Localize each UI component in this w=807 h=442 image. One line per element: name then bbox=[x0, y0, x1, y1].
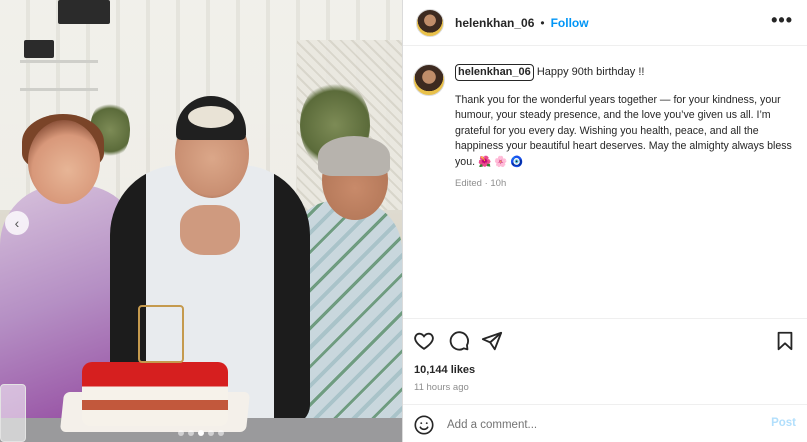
share-icon[interactable] bbox=[481, 330, 503, 352]
carousel-dot[interactable] bbox=[178, 430, 184, 436]
woman-right-hair bbox=[318, 136, 390, 176]
more-options-icon[interactable]: ••• bbox=[771, 10, 793, 31]
comment-row: Post bbox=[413, 413, 796, 437]
likes-count[interactable]: 10,144 likes bbox=[414, 364, 475, 376]
emoji-icon[interactable] bbox=[413, 414, 435, 436]
post-comment-button[interactable]: Post bbox=[771, 417, 796, 429]
pane-divider bbox=[402, 0, 403, 442]
carousel-dot[interactable] bbox=[198, 430, 204, 436]
carousel-dot[interactable] bbox=[208, 430, 214, 436]
ceiling-speaker bbox=[58, 0, 110, 24]
wall-shelf bbox=[20, 88, 98, 91]
edited-timestamp: Edited · 10h bbox=[455, 178, 507, 190]
birthday-cake bbox=[82, 362, 228, 426]
comment-icon[interactable] bbox=[448, 330, 470, 352]
carousel-dot[interactable] bbox=[218, 430, 224, 436]
comment-divider bbox=[403, 404, 807, 405]
heart-icon[interactable] bbox=[413, 330, 435, 352]
action-bar bbox=[413, 330, 796, 354]
caption-username[interactable]: helenkhan_06 bbox=[455, 64, 534, 81]
follow-button[interactable]: Follow bbox=[551, 16, 589, 30]
carousel-dot[interactable] bbox=[188, 430, 194, 436]
cake-layer bbox=[82, 400, 228, 410]
header-username[interactable]: helenkhan_06 bbox=[455, 16, 534, 30]
comment-input[interactable] bbox=[447, 419, 747, 431]
cake-topper bbox=[138, 305, 184, 363]
cap-patch bbox=[188, 106, 234, 128]
avatar[interactable] bbox=[416, 8, 444, 37]
post-time: 11 hours ago bbox=[414, 382, 469, 393]
caption-headline: Happy 90th birthday !! bbox=[533, 66, 645, 78]
post-header: helenkhan_06 • Follow ••• bbox=[403, 0, 807, 46]
header-separator: • bbox=[540, 15, 545, 30]
caption: helenkhan_06 Happy 90th birthday !! Than… bbox=[413, 64, 793, 191]
carousel-dots bbox=[0, 430, 402, 436]
woman-left-face bbox=[28, 120, 100, 204]
actions-divider bbox=[403, 318, 807, 319]
bookmark-icon[interactable] bbox=[774, 330, 796, 352]
wall-shelf bbox=[20, 60, 98, 63]
caption-text: Thank you for the wonderful years togeth… bbox=[455, 94, 792, 168]
post-photo[interactable]: ‹ bbox=[0, 0, 402, 442]
man-hands bbox=[180, 205, 240, 255]
caption-body: helenkhan_06 Happy 90th birthday !! Than… bbox=[455, 64, 793, 191]
caption-avatar[interactable] bbox=[413, 64, 445, 96]
wall-speaker bbox=[24, 40, 54, 58]
carousel-prev-button[interactable]: ‹ bbox=[5, 211, 29, 235]
